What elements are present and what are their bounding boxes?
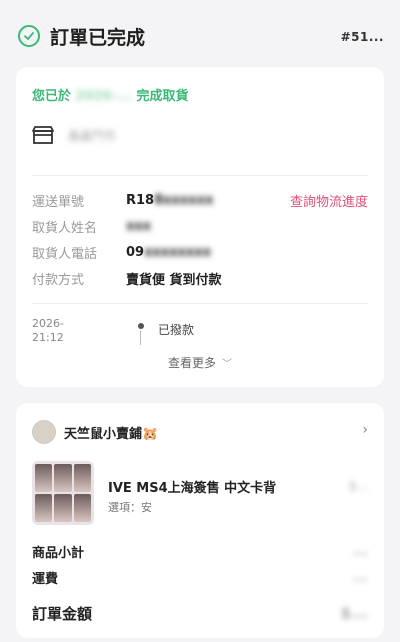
shipping-value: ... [353, 569, 368, 585]
product-thumbnail [32, 461, 94, 525]
recipient-name-label: 取貨人姓名 [32, 220, 98, 236]
page-title: 訂單已完成 [50, 26, 146, 49]
subtotal-value: ... [353, 543, 368, 559]
product-option: 選項：安 [108, 501, 152, 514]
pickup-status: 您已於 2026-... 完成取貨 [32, 85, 189, 104]
pickup-date: 2026-... [75, 89, 132, 104]
shipping-row: 運費 ... [32, 567, 368, 587]
total-label: 訂單金額 [32, 604, 93, 623]
product-price: $... [348, 479, 368, 493]
recipient-phone-row: 取貨人電話 09 xxxxxxxx [32, 241, 368, 263]
timeline-dot [138, 323, 144, 329]
product-title: IVE MS4上海簽售 中文卡背 [108, 481, 277, 496]
tracking-value: R18 [126, 192, 155, 208]
divider [32, 175, 368, 176]
payment-value: 賣貨便 貨到付款 [126, 272, 222, 288]
payment-row: 付款方式 賣貨便 貨到付款 [32, 267, 368, 289]
see-more-label: 查看更多 [167, 356, 216, 370]
tracking-value-hidden: 8xxxxxx [154, 192, 214, 208]
see-more-button[interactable]: 查看更多 ﹀ [16, 354, 384, 371]
product-item[interactable]: IVE MS4上海簽售 中文卡背 選項：安 $... [32, 461, 368, 527]
timeline-line [140, 331, 141, 345]
track-shipment-link[interactable]: 查詢物流進度 [290, 191, 368, 210]
shop-order-card: 天竺鼠小賣鋪🐹 › IVE MS4上海簽售 中文卡背 選項：安 $... 商品小… [16, 403, 384, 638]
order-timeline: 2026- 21:12 已撥款 [32, 317, 368, 357]
timeline-date: 2026- [32, 317, 64, 330]
recipient-phone-value: 09 [126, 244, 145, 260]
payment-label: 付款方式 [32, 272, 85, 288]
store-icon [32, 126, 54, 144]
recipient-name-row: 取貨人姓名 xxx [32, 215, 368, 237]
shop-name: 天竺鼠小賣鋪🐹 [64, 426, 159, 442]
order-id: #51... [340, 30, 384, 44]
divider [32, 303, 368, 304]
shop-avatar [32, 420, 56, 444]
total-row: 訂單金額 $... [32, 603, 368, 623]
timeline-datetime: 2026- 21:12 [32, 317, 64, 345]
check-circle-icon [18, 25, 40, 47]
shipping-label: 運費 [32, 571, 59, 587]
tracking-label: 運送單號 [32, 194, 85, 210]
store-name: 鑫鑫門市 [68, 128, 117, 143]
tracking-row: 運送單號 R18 8xxxxxx 查詢物流進度 [32, 189, 368, 211]
recipient-phone-label: 取貨人電話 [32, 246, 98, 262]
shop-row[interactable]: 天竺鼠小賣鋪🐹 › [32, 420, 368, 444]
order-info-card: 您已於 2026-... 完成取貨 鑫鑫門市 運送單號 R18 8xxxxxx … [16, 67, 384, 387]
recipient-phone-hidden: xxxxxxxx [144, 244, 212, 260]
timeline-time: 21:12 [32, 331, 64, 344]
subtotal-row: 商品小計 ... [32, 541, 368, 561]
pickup-suffix: 完成取貨 [136, 89, 189, 104]
pickup-prefix: 您已於 [32, 89, 72, 104]
timeline-status: 已撥款 [158, 323, 195, 337]
recipient-name-value: xxx [126, 218, 152, 234]
subtotal-label: 商品小計 [32, 545, 85, 561]
store-row: 鑫鑫門市 [32, 125, 116, 145]
total-value: $... [340, 604, 368, 622]
chevron-down-icon: ﹀ [222, 359, 232, 370]
chevron-right-icon: › [362, 422, 368, 438]
